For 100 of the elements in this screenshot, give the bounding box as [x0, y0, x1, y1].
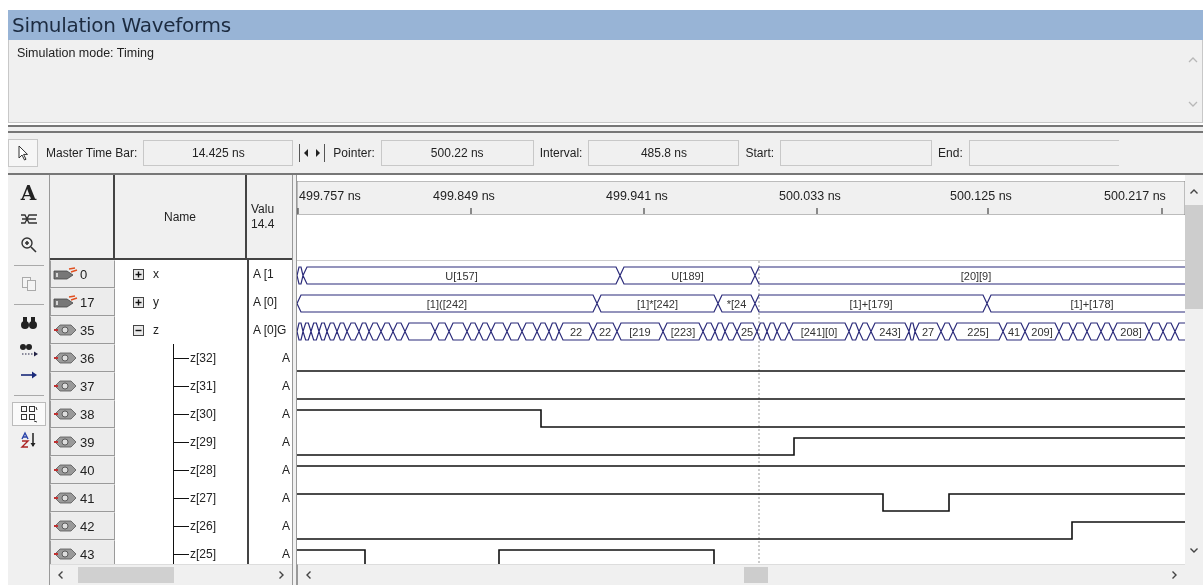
binoculars-arrow-icon — [18, 341, 39, 357]
scrollbar-thumb[interactable] — [78, 567, 174, 583]
output-pin-icon — [53, 435, 79, 449]
splitter-bar[interactable] — [8, 125, 1203, 133]
arrow-icon — [19, 370, 38, 380]
signal-index-cell[interactable]: 0 — [50, 260, 115, 288]
field-label: Pointer: — [333, 146, 375, 160]
signal-index-cell[interactable]: 43 — [50, 540, 115, 564]
time-field[interactable] — [780, 140, 933, 166]
signal-name: z[29] — [190, 435, 216, 449]
bus-value: 22 — [569, 326, 583, 338]
signal-name: z[28] — [190, 463, 216, 477]
signal-index-cell[interactable]: 42 — [50, 512, 115, 540]
bus-value: 25 — [740, 326, 754, 338]
scroll-left-icon[interactable] — [304, 570, 314, 580]
grid-icon — [19, 405, 38, 423]
bus-value: 209] — [1031, 326, 1053, 338]
signal-name: z[27] — [190, 491, 216, 505]
bus-value: [1]+[178] — [1070, 298, 1114, 310]
output-pin-icon — [53, 519, 79, 533]
bus-value: 22 — [598, 326, 612, 338]
output-pin-icon — [53, 491, 79, 505]
bus-value: U[189] — [671, 270, 704, 282]
signal-value: A — [282, 463, 290, 477]
text-tool-button[interactable]: A — [11, 181, 46, 205]
bus-value: [223] — [670, 326, 696, 338]
pointer-icon — [17, 145, 29, 161]
time-cursor-line[interactable] — [758, 261, 760, 564]
copy-icon — [20, 276, 37, 292]
time-field[interactable]: 14.425 ns — [143, 140, 294, 166]
scroll-right-icon[interactable] — [1169, 570, 1179, 580]
scroll-left-icon[interactable] — [56, 570, 66, 580]
name-column-header[interactable]: Name — [115, 175, 247, 258]
time-ruler[interactable]: 499.757 ns 499.849 ns 499.941 ns 500.033 ns 500.125 ns 500.217 ns — [297, 181, 1185, 215]
scrollbar-thumb[interactable] — [1185, 205, 1203, 309]
signal-value: A — [282, 547, 290, 561]
input-pin-icon — [53, 267, 79, 281]
output-pin-icon — [53, 463, 79, 477]
expand-toggle[interactable] — [133, 296, 144, 308]
signal-value: A [1 — [253, 267, 274, 281]
bus-value: [241][0] — [800, 326, 838, 338]
time-label: 499.849 ns — [433, 189, 495, 203]
signal-value: A — [282, 519, 290, 533]
bus-value: 225] — [967, 326, 989, 338]
signal-name: x — [153, 267, 159, 281]
bus-value: [1]+[179] — [849, 298, 893, 310]
time-label: 500.217 ns — [1104, 189, 1166, 203]
signal-value: A [0] — [253, 295, 278, 309]
time-label: 499.941 ns — [606, 189, 668, 203]
signal-name: z[31] — [190, 379, 216, 393]
signal-index-cell[interactable]: 35 — [50, 316, 115, 344]
signal-index-cell[interactable]: 40 — [50, 456, 115, 484]
pointer-tool-button[interactable] — [8, 139, 38, 167]
signal-name: z — [153, 323, 159, 337]
signal-name: z[25] — [190, 547, 216, 561]
bus-value: 208] — [1120, 326, 1142, 338]
expand-toggle[interactable] — [133, 324, 144, 336]
signal-value: A — [282, 491, 290, 505]
bus-value: [1]*[242] — [637, 298, 678, 310]
field-label: Start: — [745, 146, 775, 160]
sort-icon — [19, 431, 38, 449]
signal-value: A — [282, 435, 290, 449]
signal-name: z[32] — [190, 351, 216, 365]
value-column-header[interactable]: Valu 14.4 — [247, 175, 292, 258]
bus-value: U[157] — [445, 270, 478, 282]
scroll-down-icon[interactable] — [1189, 545, 1199, 555]
bus-value: *[24 — [726, 298, 747, 310]
scroll-right-icon[interactable] — [276, 570, 286, 580]
input-pin-icon — [53, 295, 79, 309]
signal-index-cell[interactable]: 17 — [50, 288, 115, 316]
bus-value: 41 — [1007, 326, 1021, 338]
window-title: Simulation Waveforms — [12, 13, 231, 37]
expand-toggle[interactable] — [133, 268, 144, 280]
time-field[interactable]: 500.22 ns — [380, 140, 534, 166]
field-label: Interval: — [539, 146, 583, 160]
signal-index-cell[interactable]: 36 — [50, 344, 115, 372]
signal-index-cell[interactable]: 37 — [50, 372, 115, 400]
bus-value: [20][9] — [960, 270, 992, 282]
signal-index-cell[interactable]: 39 — [50, 428, 115, 456]
signal-index-cell[interactable]: 38 — [50, 400, 115, 428]
signal-value: A — [282, 407, 290, 421]
bus-value: [219 — [629, 326, 651, 338]
signal-name: z[30] — [190, 407, 216, 421]
bus-value: 27 — [921, 326, 935, 338]
field-label: Master Time Bar: — [46, 146, 138, 160]
signal-name: z[26] — [190, 519, 216, 533]
grid-tool-button[interactable] — [11, 402, 46, 426]
output-pin-icon — [53, 323, 79, 337]
zoom-icon — [19, 236, 38, 254]
output-pin-icon — [53, 547, 79, 561]
signal-index-cell[interactable]: 41 — [50, 484, 115, 512]
binoculars-icon — [19, 316, 38, 330]
time-field[interactable]: 485.8 ns — [588, 140, 740, 166]
signal-value: A — [282, 379, 290, 393]
time-field[interactable] — [968, 140, 1119, 166]
scrollbar-thumb[interactable] — [744, 567, 768, 583]
time-label: 500.125 ns — [950, 189, 1012, 203]
bus-value: 243] — [879, 326, 901, 338]
output-pin-icon — [53, 351, 79, 365]
bus-value: [1]([242] — [426, 298, 468, 310]
